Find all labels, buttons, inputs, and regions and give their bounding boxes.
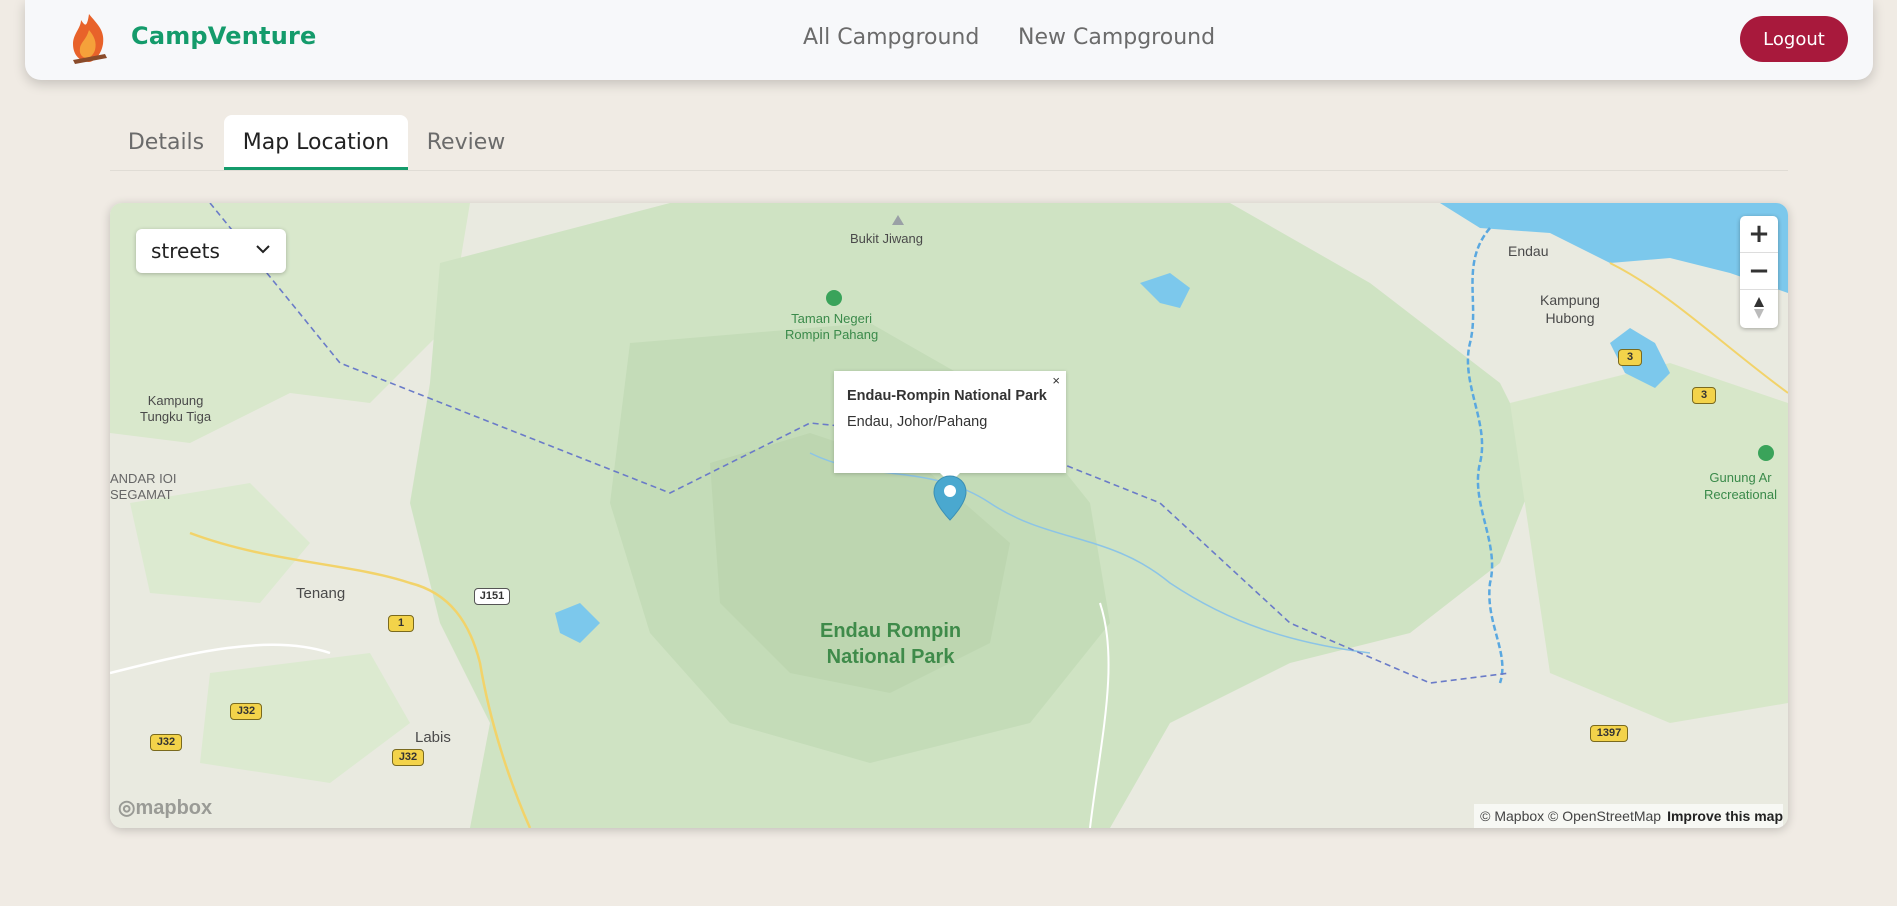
- map-marker-icon[interactable]: [932, 474, 968, 522]
- top-navbar: CampVenture All Campground New Campgroun…: [25, 0, 1873, 80]
- road-shield: J32: [392, 749, 424, 766]
- map-label-labis: Labis: [415, 729, 451, 746]
- map-label-line: ANDAR IOI: [110, 471, 177, 486]
- map-label-line: Rompin Pahang: [785, 327, 879, 342]
- road-shield: J32: [230, 703, 262, 720]
- map-label-bukit-jiwang: Bukit Jiwang: [850, 231, 923, 246]
- map-style-select[interactable]: streets: [136, 229, 286, 273]
- map-label-line: Hubong: [1545, 310, 1595, 326]
- popup-title: Endau-Rompin National Park: [847, 388, 1047, 404]
- tab-map-location[interactable]: Map Location: [224, 115, 408, 170]
- map-label-national-park: Endau Rompin National Park: [820, 618, 961, 670]
- map-label-line: Endau Rompin: [820, 620, 962, 642]
- chevron-down-icon: [256, 245, 270, 254]
- road-shield: 3: [1692, 387, 1716, 404]
- road-shield: 3: [1618, 349, 1642, 366]
- popup-subtitle: Endau, Johor/Pahang: [847, 414, 988, 430]
- map-label-line: Taman Negeri: [791, 311, 873, 326]
- popup-close-button[interactable]: ×: [1052, 373, 1060, 388]
- nav-all-campground[interactable]: All Campground: [803, 25, 979, 50]
- map-label-kampung-tungku: Kampung Tungku Tiga: [140, 393, 211, 425]
- tab-review[interactable]: Review: [410, 115, 522, 170]
- map-popup: × Endau-Rompin National Park Endau, Joho…: [834, 371, 1066, 473]
- attribution-text[interactable]: © Mapbox © OpenStreetMap: [1480, 808, 1661, 824]
- compass-button[interactable]: [1740, 290, 1778, 327]
- nav-new-campground[interactable]: New Campground: [1018, 25, 1215, 50]
- zoom-out-button[interactable]: −: [1740, 253, 1778, 290]
- mapbox-logo-text: mapbox: [135, 797, 213, 819]
- road-shield: J32: [150, 734, 182, 751]
- improve-map-link[interactable]: Improve this map: [1667, 808, 1783, 824]
- map-label-line: SEGAMAT: [110, 487, 173, 502]
- mapbox-logo-mark-icon: ◎: [118, 797, 136, 819]
- logout-button[interactable]: Logout: [1740, 16, 1848, 62]
- road-shield: J151: [474, 588, 510, 605]
- map-label-line: Kampung: [1540, 292, 1600, 308]
- map-label-kampung-hubong: Kampung Hubong: [1540, 291, 1600, 327]
- map-label-taman-negeri: Taman Negeri Rompin Pahang: [785, 311, 878, 343]
- road-shield: 1397: [1590, 725, 1628, 742]
- campfire-logo-icon[interactable]: [67, 12, 111, 66]
- map-label-line: Tungku Tiga: [140, 409, 212, 424]
- brand-name[interactable]: CampVenture: [131, 22, 317, 50]
- map-label-line: Recreational: [1704, 487, 1777, 502]
- map-style-value: streets: [151, 239, 220, 263]
- map-navigation-control: + −: [1740, 216, 1778, 328]
- map-label-line: National Park: [826, 646, 955, 668]
- mapbox-logo[interactable]: ◎mapbox: [118, 795, 212, 820]
- road-shield: 1: [388, 615, 414, 632]
- map-label-gunung: Gunung Ar Recreational: [1704, 469, 1777, 503]
- map-container[interactable]: Bukit Jiwang Taman Negeri Rompin Pahang …: [110, 203, 1788, 828]
- tab-bar: Details Map Location Review: [110, 115, 1788, 171]
- tab-details[interactable]: Details: [110, 115, 222, 170]
- map-label-line: Gunung Ar: [1709, 470, 1772, 485]
- zoom-in-button[interactable]: +: [1740, 216, 1778, 253]
- map-label-bandar: ANDAR IOI SEGAMAT: [110, 471, 176, 503]
- map-label-line: Kampung: [147, 393, 204, 408]
- map-label-tenang: Tenang: [296, 585, 346, 602]
- compass-icon: [1754, 297, 1764, 319]
- map-label-endau: Endau: [1508, 243, 1549, 259]
- map-attribution: © Mapbox © OpenStreetMap Improve this map: [1474, 804, 1783, 828]
